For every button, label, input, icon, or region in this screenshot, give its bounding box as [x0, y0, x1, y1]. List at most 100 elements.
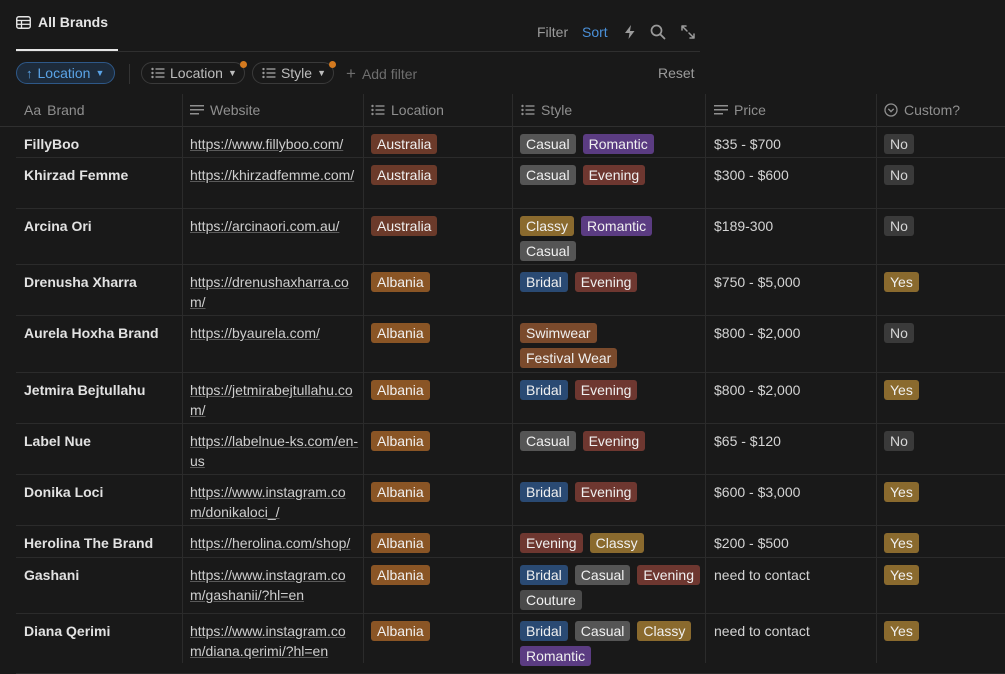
website-link[interactable]: https://www.instagram.com/gashanii/?hl=e… — [190, 565, 360, 605]
style-cell[interactable]: Classy Romantic Casual — [520, 216, 700, 261]
brand-cell[interactable]: Herolina The Brand — [24, 533, 153, 553]
filter-button[interactable]: Filter — [537, 24, 568, 40]
custom-cell[interactable]: Yes — [884, 482, 919, 502]
location-cell[interactable]: Australia — [371, 216, 438, 236]
price-cell[interactable]: $189-300 — [714, 216, 773, 236]
price-cell[interactable]: $750 - $5,000 — [714, 272, 800, 292]
price-cell[interactable]: $35 - $700 — [714, 134, 781, 154]
price-cell[interactable]: $200 - $500 — [714, 533, 789, 553]
sort-button[interactable]: Sort — [582, 24, 608, 40]
table-row[interactable]: Arcina Ori https://arcinaori.com.au/Austr… — [16, 209, 1005, 265]
style-cell[interactable]: Casual Evening — [520, 165, 700, 185]
custom-cell[interactable]: No — [884, 323, 914, 343]
column-header-style[interactable]: Style — [521, 102, 572, 118]
website-link[interactable]: https://jetmirabejtullahu.com/ — [190, 380, 360, 420]
view-toolbar: All Brands Filter Sort — [0, 0, 1005, 52]
brand-cell[interactable]: Donika Loci — [24, 482, 103, 502]
search-icon[interactable] — [650, 24, 666, 40]
location-cell[interactable]: Albania — [371, 323, 430, 343]
location-cell[interactable]: Albania — [371, 272, 430, 292]
style-cell[interactable]: Bridal Evening — [520, 380, 700, 400]
custom-cell[interactable]: Yes — [884, 272, 919, 292]
location-cell[interactable]: Australia — [371, 165, 438, 185]
table-row[interactable]: Jetmira Bejtullahu https://jetmirabejtull… — [16, 373, 1005, 424]
website-link[interactable]: https://www.fillyboo.com/ — [190, 134, 360, 154]
add-filter-button[interactable]: + Add filter — [346, 65, 417, 82]
expand-icon[interactable] — [680, 24, 696, 40]
reset-button[interactable]: Reset — [658, 65, 695, 81]
custom-cell[interactable]: No — [884, 216, 914, 236]
brand-cell[interactable]: Aurela Hoxha Brand — [24, 323, 159, 343]
brand-cell[interactable]: Jetmira Bejtullahu — [24, 380, 145, 400]
price-cell[interactable]: $300 - $600 — [714, 165, 789, 185]
brand-cell[interactable]: Arcina Ori — [24, 216, 92, 236]
website-link[interactable]: https://www.instagram.com/diana.qerimi/?… — [190, 621, 360, 661]
location-cell[interactable]: Albania — [371, 431, 430, 451]
column-header-price[interactable]: Price — [714, 102, 766, 118]
table-row[interactable]: Donika Loci https://www.instagram.com/don… — [16, 475, 1005, 526]
location-cell[interactable]: Albania — [371, 533, 430, 553]
custom-cell[interactable]: No — [884, 134, 914, 154]
column-header-custom[interactable]: Custom? — [884, 102, 960, 118]
style-cell[interactable]: Casual Evening — [520, 431, 700, 451]
style-cell[interactable]: Bridal Evening — [520, 272, 700, 292]
location-cell[interactable]: Albania — [371, 621, 430, 641]
price-cell[interactable]: $65 - $120 — [714, 431, 781, 451]
brand-cell[interactable]: Diana Qerimi — [24, 621, 110, 641]
table-row[interactable]: Khirzad Femme https://khirzadfemme.com/Au… — [16, 158, 1005, 209]
table-row[interactable]: Gashani https://www.instagram.com/gashani… — [16, 558, 1005, 614]
table-row[interactable]: Label Nue https://labelnue-ks.com/en-us Al… — [16, 424, 1005, 475]
brand-cell[interactable]: Khirzad Femme — [24, 165, 128, 185]
price-cell[interactable]: $600 - $3,000 — [714, 482, 800, 502]
custom-cell[interactable]: Yes — [884, 380, 919, 400]
website-link[interactable]: https://arcinaori.com.au/ — [190, 216, 360, 236]
tab-all-brands[interactable]: All Brands — [16, 14, 108, 50]
custom-cell[interactable]: No — [884, 431, 914, 451]
website-link[interactable]: https://drenushaxharra.com/ — [190, 272, 360, 312]
column-header-location[interactable]: Location — [371, 102, 444, 118]
column-header-website[interactable]: Website — [190, 102, 260, 118]
style-cell[interactable]: Bridal Evening — [520, 482, 700, 502]
website-link[interactable]: https://khirzadfemme.com/ — [190, 165, 360, 185]
location-cell[interactable]: Albania — [371, 565, 430, 585]
sort-location-chip[interactable]: ↑ Location ▼ — [16, 62, 115, 84]
style-cell[interactable]: Swimwear Festival Wear — [520, 323, 700, 368]
custom-cell[interactable]: Yes — [884, 565, 919, 585]
brand-cell[interactable]: Drenusha Xharra — [24, 272, 137, 292]
location-cell[interactable]: Albania — [371, 482, 430, 502]
custom-cell[interactable]: No — [884, 165, 914, 185]
automation-bolt-icon[interactable] — [622, 24, 638, 40]
brand-cell[interactable]: Label Nue — [24, 431, 91, 451]
custom-cell[interactable]: Yes — [884, 533, 919, 553]
brand-cell[interactable]: Gashani — [24, 565, 79, 585]
custom-tag: Yes — [884, 482, 919, 502]
style-cell[interactable]: Evening Classy — [520, 533, 700, 553]
custom-cell[interactable]: Yes — [884, 621, 919, 641]
style-tag: Bridal — [520, 272, 568, 292]
column-header-brand[interactable]: Aa Brand — [24, 102, 84, 118]
website-link[interactable]: https://labelnue-ks.com/en-us — [190, 431, 360, 471]
price-cell[interactable]: $800 - $2,000 — [714, 380, 800, 400]
table-row[interactable]: Aurela Hoxha Brand https://byaurela.com/A… — [16, 316, 1005, 373]
website-link[interactable]: https://herolina.com/shop/ — [190, 533, 360, 553]
style-tag: Evening — [637, 565, 700, 585]
location-cell[interactable]: Albania — [371, 380, 430, 400]
price-cell[interactable]: need to contact — [714, 621, 810, 641]
table-row[interactable]: Herolina The Brand https://herolina.com/s… — [16, 526, 1005, 558]
style-tag: Casual — [520, 431, 576, 451]
table-row[interactable]: Drenusha Xharra https://drenushaxharra.co… — [16, 265, 1005, 316]
style-cell[interactable]: Bridal Casual Classy Romantic — [520, 621, 700, 666]
style-cell[interactable]: Bridal Casual Evening Couture — [520, 565, 700, 610]
price-cell[interactable]: need to contact — [714, 565, 810, 585]
price-cell[interactable]: $800 - $2,000 — [714, 323, 800, 343]
table-row[interactable]: FillyBoo https://www.fillyboo.com/Austral… — [16, 127, 1005, 158]
style-cell[interactable]: Casual Romantic — [520, 134, 700, 154]
table-row[interactable]: Diana Qerimi https://www.instagram.com/di… — [16, 614, 1005, 674]
brand-cell[interactable]: FillyBoo — [24, 134, 79, 154]
divider — [129, 64, 130, 84]
location-cell[interactable]: Australia — [371, 134, 438, 154]
location-filter-chip[interactable]: Location ▼ — [141, 62, 245, 84]
website-link[interactable]: https://www.instagram.com/donikaloci_/ — [190, 482, 360, 522]
style-filter-chip[interactable]: Style ▼ — [252, 62, 334, 84]
website-link[interactable]: https://byaurela.com/ — [190, 323, 360, 343]
